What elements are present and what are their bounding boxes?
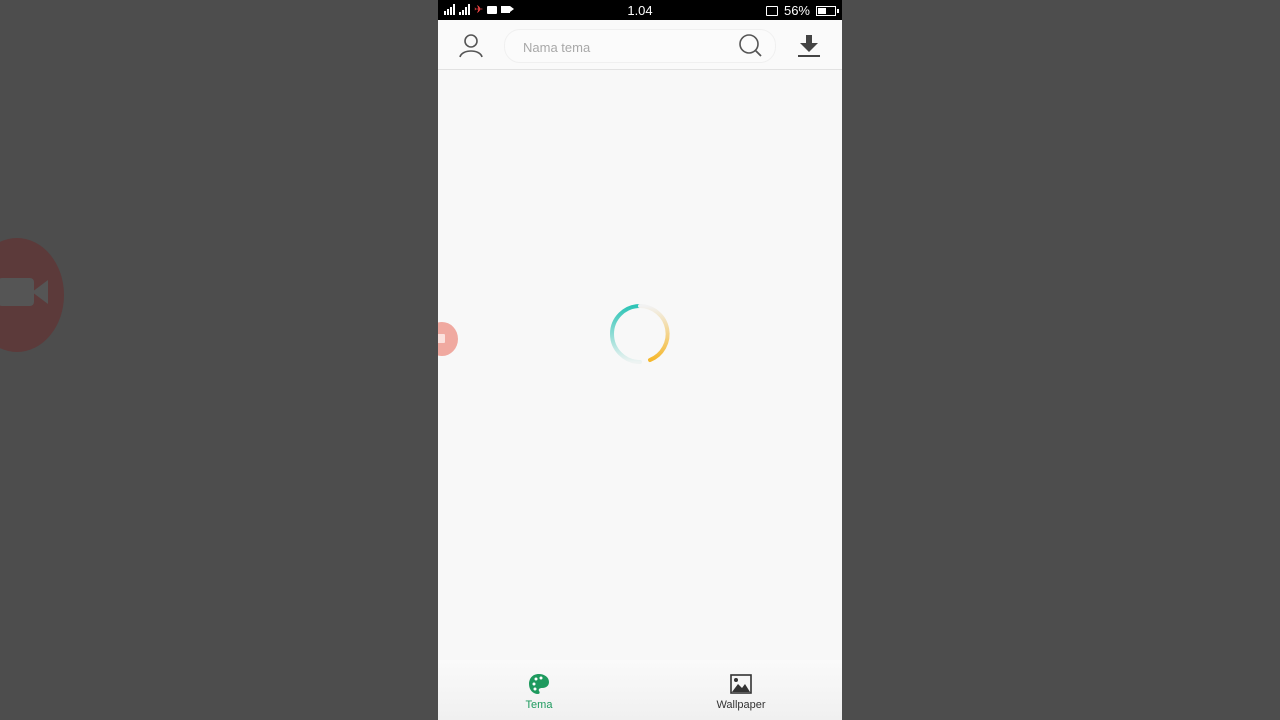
loading-spinner [610, 304, 670, 364]
tab-wallpaper-label: Wallpaper [716, 699, 766, 711]
cast-icon [765, 5, 778, 16]
search-input[interactable] [521, 30, 725, 64]
battery-percent: 56% [783, 3, 810, 18]
user-icon[interactable] [458, 32, 484, 58]
search-box[interactable] [504, 29, 776, 64]
palette-icon [529, 674, 549, 694]
search-icon[interactable] [738, 33, 764, 59]
tab-tema[interactable]: Tema [438, 660, 640, 720]
tab-tema-label: Tema [525, 699, 553, 711]
top-bar [438, 20, 842, 70]
battery-icon [816, 5, 839, 16]
video-camera-icon [0, 278, 34, 306]
video-camera-icon [438, 334, 445, 343]
phone-screen: ✈ 1.04 56% Tema [438, 0, 842, 720]
background-screen-recorder-bubble [0, 238, 64, 352]
bottom-navigation: Tema Wallpaper [438, 660, 842, 720]
content-area [438, 70, 842, 660]
tab-wallpaper[interactable]: Wallpaper [640, 660, 842, 720]
status-bar: ✈ 1.04 56% [438, 0, 842, 20]
download-icon[interactable] [796, 32, 822, 58]
image-icon [730, 674, 752, 694]
